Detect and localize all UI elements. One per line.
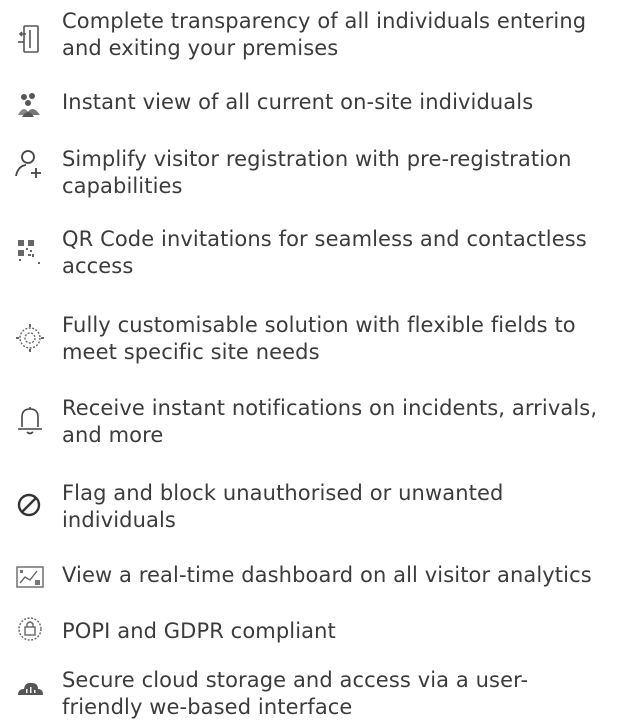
feature-line: View a real-time dashboard on all visito… [62, 563, 592, 587]
feature-line: and exiting your premises [62, 36, 339, 60]
feature-line: Simplify visitor registration with pre-r… [62, 147, 572, 171]
add-person-icon [10, 146, 50, 182]
feature-list: Complete transparency of all individuals… [0, 0, 635, 724]
feature-line: POPI and GDPR compliant [62, 619, 336, 643]
qr-code-icon [10, 234, 50, 270]
door-exit-icon [10, 22, 50, 58]
feature-line: Fully customisable solution with flexibl… [62, 313, 576, 337]
feature-line: Receive instant notifications on inciden… [62, 396, 598, 420]
dashboard-icon [10, 558, 50, 594]
feature-line: meet specific site needs [62, 340, 320, 364]
feature-line: capabilities [62, 174, 183, 198]
feature-line: and more [62, 423, 164, 447]
gear-icon [10, 320, 50, 356]
feature-line: access [62, 254, 134, 278]
feature-line: Instant view of all current on-site indi… [62, 90, 534, 114]
feature-line: individuals [62, 508, 176, 532]
shield-lock-icon [10, 612, 50, 648]
people-group-icon [10, 87, 50, 123]
feature-line: QR Code invitations for seamless and con… [62, 227, 587, 251]
feature-line: Secure cloud storage and access via a us… [62, 668, 529, 692]
bell-icon [10, 401, 50, 437]
block-icon [10, 486, 50, 522]
cloud-icon [10, 669, 50, 705]
feature-line: Flag and block unauthorised or unwanted [62, 481, 504, 505]
feature-line: friendly we-based interface [62, 695, 353, 719]
feature-line: Complete transparency of all individuals… [62, 9, 587, 33]
